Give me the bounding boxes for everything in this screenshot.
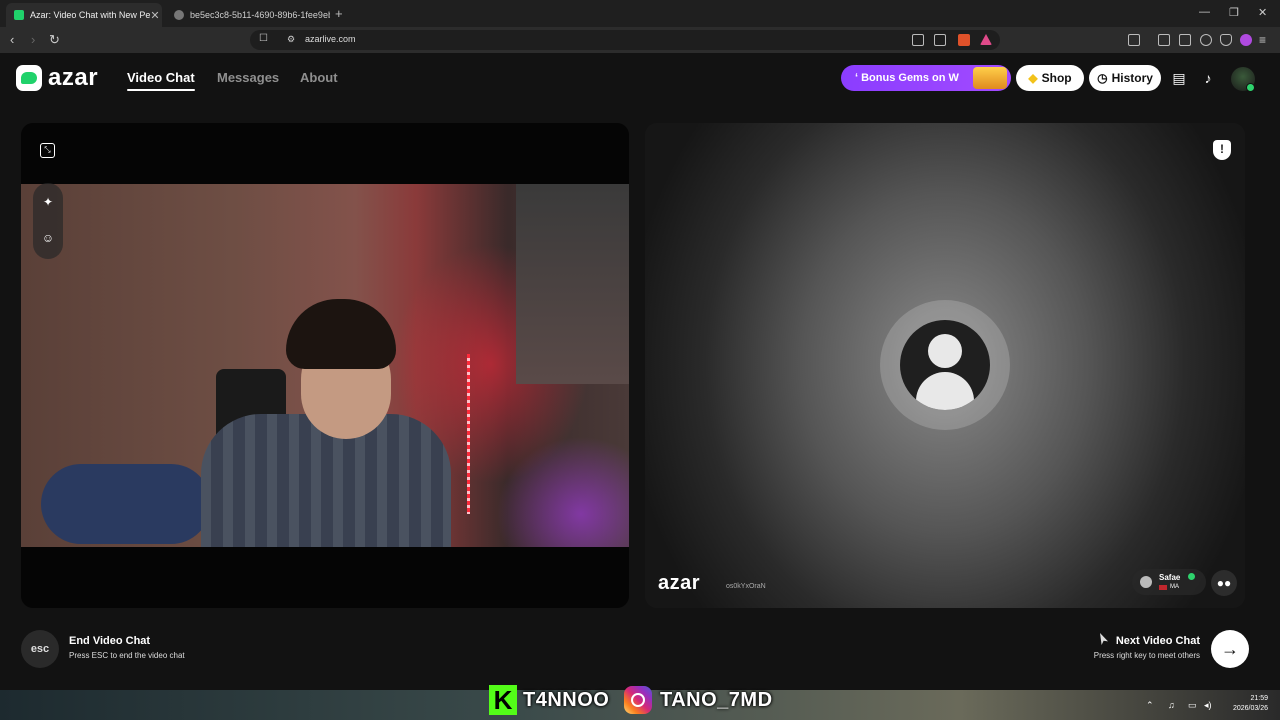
- shop-button[interactable]: ◆ Shop: [1016, 65, 1084, 91]
- next-chat-title: Next Video Chat: [1115, 635, 1200, 647]
- forward-icon[interactable]: ›: [31, 32, 35, 47]
- peer-name: Safae: [1159, 573, 1181, 582]
- tab-title: be5ec3c8-5b11-4690-89b6-1fee9eb: [190, 10, 330, 20]
- cast-icon[interactable]: [912, 34, 924, 46]
- effects-toolbar: ✦ ☺: [33, 183, 63, 259]
- peer-country-code: MA: [1170, 584, 1179, 590]
- self-camera-feed: [21, 184, 629, 547]
- bell-icon[interactable]: ♪: [1200, 70, 1216, 86]
- new-tab-button[interactable]: +: [335, 6, 343, 21]
- peer-placeholder-avatar-icon: [900, 320, 990, 410]
- end-chat-button[interactable]: esc: [21, 630, 59, 668]
- shop-label: Shop: [1041, 71, 1072, 85]
- nav-messages[interactable]: Messages: [217, 70, 279, 85]
- site-info-icon[interactable]: ⚙: [287, 34, 295, 45]
- microphone-icon[interactable]: ♫: [1168, 700, 1175, 710]
- minimize-icon[interactable]: —: [1199, 6, 1210, 18]
- system-clock[interactable]: 21:59 2026/03/26: [1233, 694, 1268, 714]
- blanket: [41, 464, 211, 544]
- bonus-gems-banner[interactable]: ʻ Bonus Gems on W: [841, 65, 1011, 91]
- peer-profile-tag[interactable]: Safae MA: [1132, 569, 1206, 595]
- peer-country: MA: [1159, 584, 1179, 590]
- azar-logo-icon[interactable]: [16, 65, 42, 91]
- instagram-icon: [624, 686, 652, 714]
- brave-rewards-icon[interactable]: [980, 34, 992, 45]
- report-shield-icon[interactable]: !: [1213, 140, 1231, 160]
- tab-title: Azar: Video Chat with New Pe: [30, 10, 151, 20]
- chat-bubble-icon[interactable]: ●●: [1211, 570, 1237, 596]
- tab-azar[interactable]: Azar: Video Chat with New Pe ✕: [6, 3, 162, 27]
- instagram-username: TANO_7MD: [660, 689, 773, 711]
- tray-chevron-icon[interactable]: ⌃: [1146, 700, 1154, 711]
- back-icon[interactable]: ‹: [10, 32, 14, 47]
- bookmark-icon[interactable]: ☐: [259, 33, 268, 44]
- sidebar-icon[interactable]: [1158, 34, 1170, 46]
- nav-active-indicator: [127, 89, 195, 91]
- network-icon[interactable]: ▭: [1188, 700, 1197, 711]
- end-chat-hint: Press ESC to end the video chat: [69, 651, 185, 660]
- watermark-logo: azar: [658, 572, 701, 594]
- clock-time: 21:59: [1250, 695, 1268, 702]
- face-filter-icon[interactable]: ☺: [41, 231, 55, 245]
- history-button[interactable]: ◷ History: [1089, 65, 1161, 91]
- wallet-icon[interactable]: [1179, 34, 1191, 46]
- next-chat-hint: Press right key to meet others: [1093, 651, 1200, 660]
- close-window-icon[interactable]: ✕: [1258, 6, 1267, 19]
- browser-toolbar: ‹ › ↻ ☐ ⚙ azarlive.com ≡: [0, 27, 1280, 53]
- window-frame: [516, 184, 629, 384]
- leo-icon[interactable]: [1200, 34, 1212, 46]
- person-hair: [286, 299, 396, 369]
- self-video-panel: ⤡ ✦ ☺: [21, 123, 629, 608]
- azar-favicon-icon: [14, 10, 24, 20]
- magic-wand-icon[interactable]: ✦: [41, 195, 55, 209]
- clock-date: 2026/03/26: [1232, 705, 1268, 712]
- vpn-icon[interactable]: [1220, 34, 1232, 46]
- mouse-cursor-icon: [1100, 633, 1108, 645]
- inbox-icon[interactable]: ▤: [1171, 70, 1187, 86]
- share-icon[interactable]: [934, 34, 946, 46]
- nav-video-chat[interactable]: Video Chat: [127, 70, 195, 85]
- nav-about[interactable]: About: [300, 70, 338, 85]
- close-tab-icon[interactable]: ✕: [150, 9, 159, 22]
- azar-logo-text[interactable]: azar: [48, 64, 98, 92]
- clock-icon: ◷: [1097, 71, 1108, 85]
- volume-icon[interactable]: ◂): [1204, 700, 1212, 711]
- verified-icon: [1188, 573, 1195, 580]
- morocco-flag-icon: [1159, 584, 1167, 590]
- globe-icon: [174, 10, 184, 20]
- led-strip: [467, 354, 470, 514]
- treasure-chest-icon: [973, 67, 1007, 89]
- url-text[interactable]: azarlive.com: [305, 34, 356, 44]
- history-label: History: [1111, 71, 1153, 85]
- end-chat-title: End Video Chat: [69, 635, 151, 647]
- minimize-view-icon[interactable]: ⤡: [40, 143, 55, 158]
- extension-icon[interactable]: [1240, 34, 1252, 46]
- next-chat-arrow-button[interactable]: →: [1211, 630, 1249, 668]
- peer-avatar-small: [1140, 576, 1152, 588]
- gem-icon: ◆: [1028, 71, 1038, 85]
- watermark-id: os0kYxOraN: [726, 583, 766, 590]
- online-status-dot: [1246, 83, 1255, 92]
- screenshot-icon[interactable]: [1128, 34, 1140, 46]
- brave-shield-icon[interactable]: [958, 34, 970, 46]
- kick-logo-icon: K: [489, 685, 517, 715]
- menu-icon[interactable]: ≡: [1259, 33, 1266, 47]
- restore-icon[interactable]: ❐: [1229, 6, 1239, 19]
- kick-username: T4NNOO: [523, 689, 610, 711]
- promo-label: ʻ Bonus Gems on W: [855, 72, 959, 84]
- peer-video-panel: ! azar os0kYxOraN Safae MA ●●: [645, 123, 1245, 608]
- tab-second[interactable]: be5ec3c8-5b11-4690-89b6-1fee9eb: [166, 3, 330, 27]
- azar-app: azar Video Chat Messages About ʻ Bonus G…: [0, 53, 1280, 690]
- address-bar[interactable]: [250, 30, 1000, 50]
- reload-icon[interactable]: ↻: [49, 32, 60, 48]
- browser-tab-strip: Azar: Video Chat with New Pe ✕ be5ec3c8-…: [0, 0, 1280, 27]
